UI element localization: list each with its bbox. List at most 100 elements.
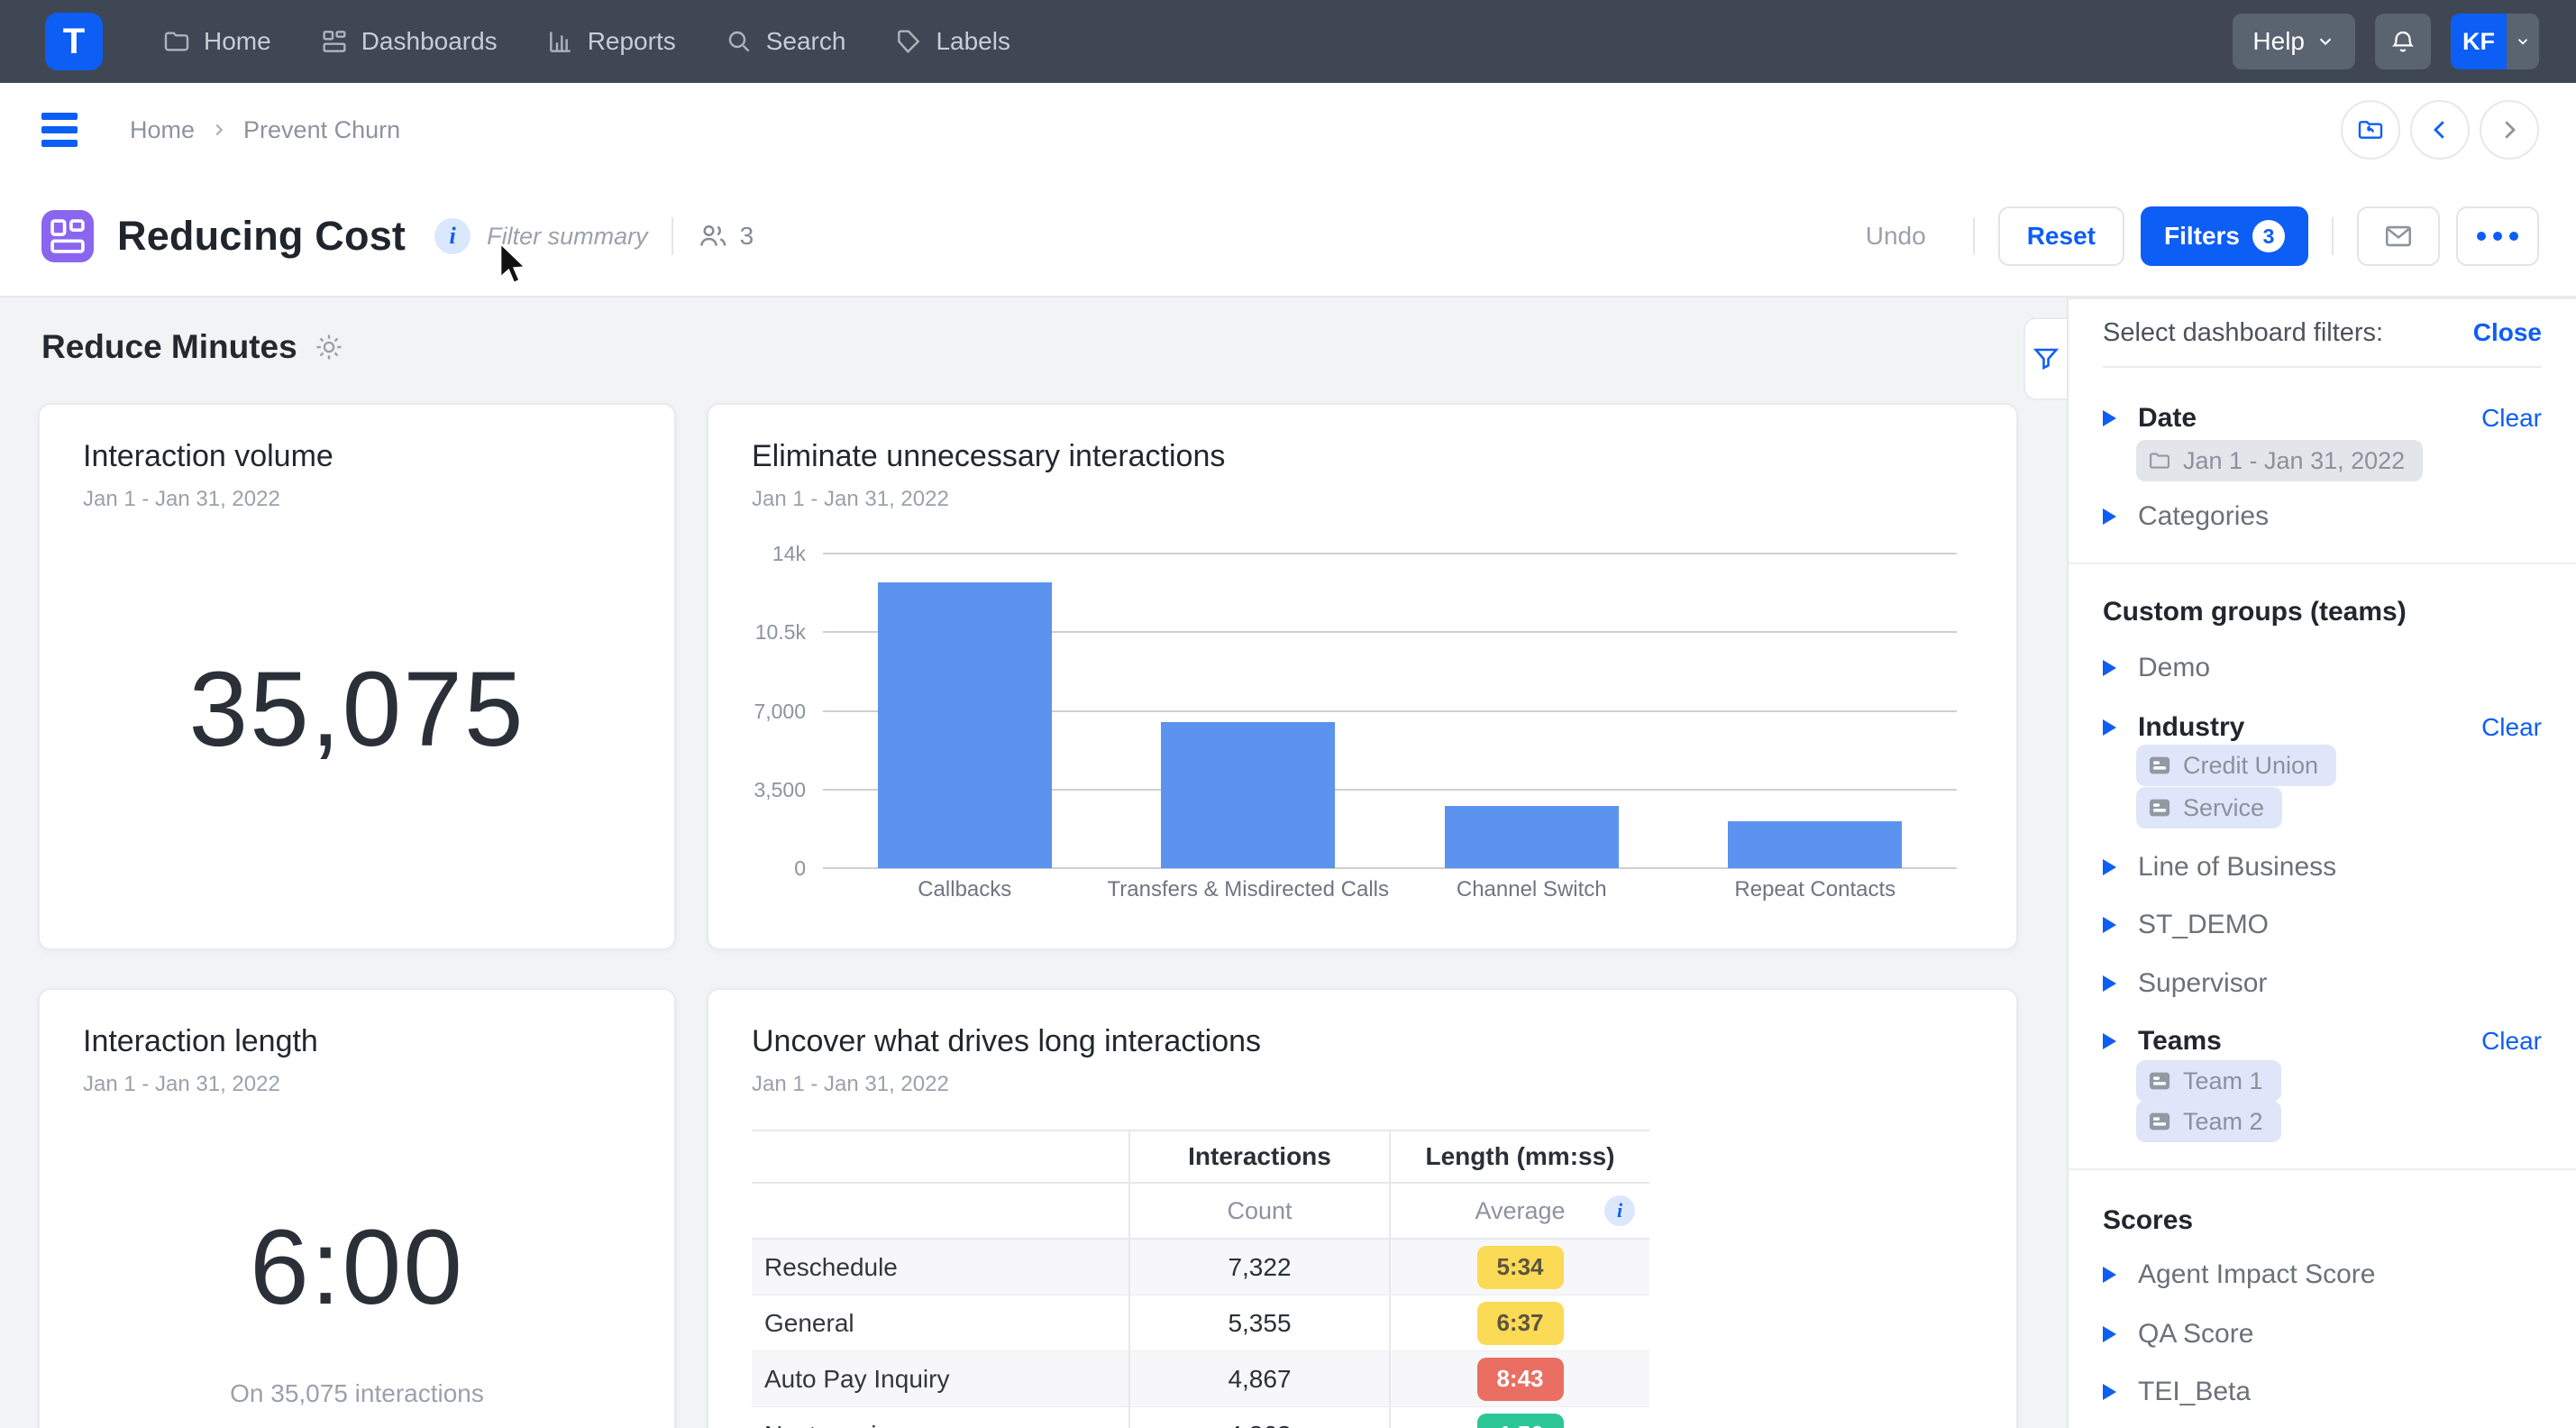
bar-chart-categories: CallbacksTransfers & Misdirected CallsCh… (823, 877, 1957, 902)
calendar-folder-icon (2147, 448, 2172, 473)
expand-triangle-icon[interactable] (2103, 410, 2116, 426)
nav-item-labels[interactable]: Labels (894, 27, 1010, 56)
dashboards-icon (320, 27, 349, 56)
email-button[interactable] (2357, 206, 2440, 266)
bar-2[interactable] (1445, 806, 1619, 868)
nav-item-reports[interactable]: Reports (546, 27, 676, 56)
filter-group-demo[interactable]: Demo (2103, 649, 2542, 687)
info-icon[interactable]: i (434, 218, 470, 254)
filter-panel-toggle[interactable] (2023, 317, 2067, 400)
notifications-button[interactable] (2375, 14, 2431, 69)
bars (823, 554, 1957, 868)
report-chart-icon (546, 27, 575, 56)
close-panel-link[interactable]: Close (2473, 318, 2542, 347)
col-subheader-average: Average i (1389, 1184, 1649, 1238)
dashboard-content: Reduce Minutes Interaction volume Jan 1 … (0, 298, 2576, 1428)
teams-chip-team-2[interactable]: Team 2 (2136, 1101, 2281, 1142)
filter-score-tei-beta[interactable]: TEI_Beta (2103, 1373, 2542, 1411)
expand-triangle-icon[interactable] (2103, 719, 2116, 736)
filters-count-badge: 3 (2252, 220, 2285, 252)
back-button[interactable] (2410, 100, 2470, 160)
forward-button[interactable] (2480, 100, 2539, 160)
teams-chip-team-1[interactable]: Team 1 (2136, 1060, 2281, 1102)
undo-button[interactable]: Undo (1866, 222, 1926, 251)
page-title: Reducing Cost (117, 213, 406, 260)
table-sub-header-row: Count Average i (752, 1184, 1649, 1240)
expand-triangle-icon[interactable] (2103, 859, 2116, 875)
group-grid-icon (2147, 1068, 2172, 1094)
help-button[interactable]: Help (2233, 14, 2355, 69)
table-row[interactable]: Next service 4,863 4:56 (752, 1407, 1649, 1428)
group-grid-icon (2147, 795, 2172, 820)
clear-teams-link[interactable]: Clear (2481, 1027, 2542, 1056)
group-grid-icon (2147, 1109, 2172, 1134)
shared-users[interactable]: 3 (697, 220, 754, 252)
gear-icon[interactable] (314, 332, 344, 362)
filter-score-agent-impact[interactable]: Agent Impact Score (2103, 1256, 2542, 1294)
bar-0[interactable] (878, 582, 1052, 868)
bar-chart-yaxis: 14k10.5k7,0003,5000 (708, 554, 806, 868)
group-grid-icon (2147, 753, 2172, 778)
nav-label: Labels (936, 27, 1010, 56)
folder-back-icon (2356, 115, 2385, 144)
nav-item-dashboards[interactable]: Dashboards (320, 27, 498, 56)
filter-panel-title: Select dashboard filters: (2103, 318, 2383, 348)
more-options-button[interactable] (2456, 206, 2539, 266)
date-filter-chip[interactable]: Jan 1 - Jan 31, 2022 (2136, 440, 2423, 481)
filters-button[interactable]: Filters 3 (2141, 206, 2308, 266)
length-badge: 5:34 (1477, 1246, 1564, 1289)
table-row[interactable]: Auto Pay Inquiry 4,867 8:43 (752, 1351, 1649, 1407)
filter-group-st-demo[interactable]: ST_DEMO (2103, 906, 2542, 944)
expand-triangle-icon[interactable] (2103, 917, 2116, 933)
breadcrumb-home-link[interactable]: Home (130, 116, 195, 144)
y-tick-label: 3,500 (754, 778, 806, 802)
filter-group-line-of-business[interactable]: Line of Business (2103, 848, 2542, 886)
bar-1[interactable] (1161, 722, 1335, 868)
filter-score-qa[interactable]: QA Score (2103, 1315, 2542, 1353)
divider (2332, 217, 2334, 255)
folder-icon (162, 27, 191, 56)
nav-item-home[interactable]: Home (162, 27, 271, 56)
card-date-range: Jan 1 - Jan 31, 2022 (83, 487, 631, 512)
filter-group-date[interactable]: Date Clear (2103, 399, 2542, 437)
mouse-cursor (494, 242, 532, 288)
open-folder-button[interactable] (2341, 100, 2400, 160)
x-category-label: Callbacks (823, 877, 1107, 902)
nav-item-search[interactable]: Search (725, 27, 846, 56)
expand-triangle-icon[interactable] (2103, 975, 2116, 992)
dashboard-icon (41, 210, 94, 262)
user-menu[interactable]: KF (2451, 14, 2539, 69)
expand-triangle-icon[interactable] (2103, 1267, 2116, 1283)
reset-button[interactable]: Reset (1998, 206, 2124, 266)
length-badge: 8:43 (1477, 1358, 1564, 1401)
col-subheader-count: Count (1128, 1184, 1389, 1238)
menu-toggle-button[interactable] (41, 113, 78, 147)
info-icon[interactable]: i (1604, 1195, 1635, 1226)
expand-triangle-icon[interactable] (2103, 660, 2116, 676)
app-logo[interactable]: T (45, 13, 103, 70)
divider (671, 217, 673, 255)
bar-3[interactable] (1728, 821, 1902, 868)
card-date-range: Jan 1 - Jan 31, 2022 (752, 487, 1973, 512)
expand-triangle-icon[interactable] (2103, 1384, 2116, 1400)
col-header-length: Length (mm:ss) (1389, 1131, 1649, 1182)
table-row[interactable]: General 5,355 6:37 (752, 1295, 1649, 1351)
filter-group-teams[interactable]: Teams Clear (2103, 1022, 2542, 1060)
industry-chip-service[interactable]: Service (2136, 787, 2282, 828)
length-badge: 6:37 (1477, 1302, 1564, 1345)
card-interaction-volume: Interaction volume Jan 1 - Jan 31, 2022 … (38, 403, 676, 950)
clear-date-link[interactable]: Clear (2481, 404, 2542, 433)
filter-panel: Select dashboard filters: Close Date Cle… (2067, 298, 2576, 1428)
filter-group-supervisor[interactable]: Supervisor (2103, 965, 2542, 1002)
card-interaction-length: Interaction length Jan 1 - Jan 31, 2022 … (38, 988, 676, 1428)
filter-group-industry[interactable]: Industry Clear (2103, 709, 2542, 746)
card-title: Interaction length (83, 1024, 631, 1059)
filter-group-categories[interactable]: Categories (2103, 498, 2542, 536)
expand-triangle-icon[interactable] (2103, 1326, 2116, 1342)
expand-triangle-icon[interactable] (2103, 508, 2116, 525)
expand-triangle-icon[interactable] (2103, 1033, 2116, 1049)
ellipsis-icon (2477, 232, 2518, 241)
industry-chip-credit-union[interactable]: Credit Union (2136, 745, 2336, 786)
clear-industry-link[interactable]: Clear (2481, 713, 2542, 742)
table-row[interactable]: Reschedule 7,322 5:34 (752, 1240, 1649, 1295)
